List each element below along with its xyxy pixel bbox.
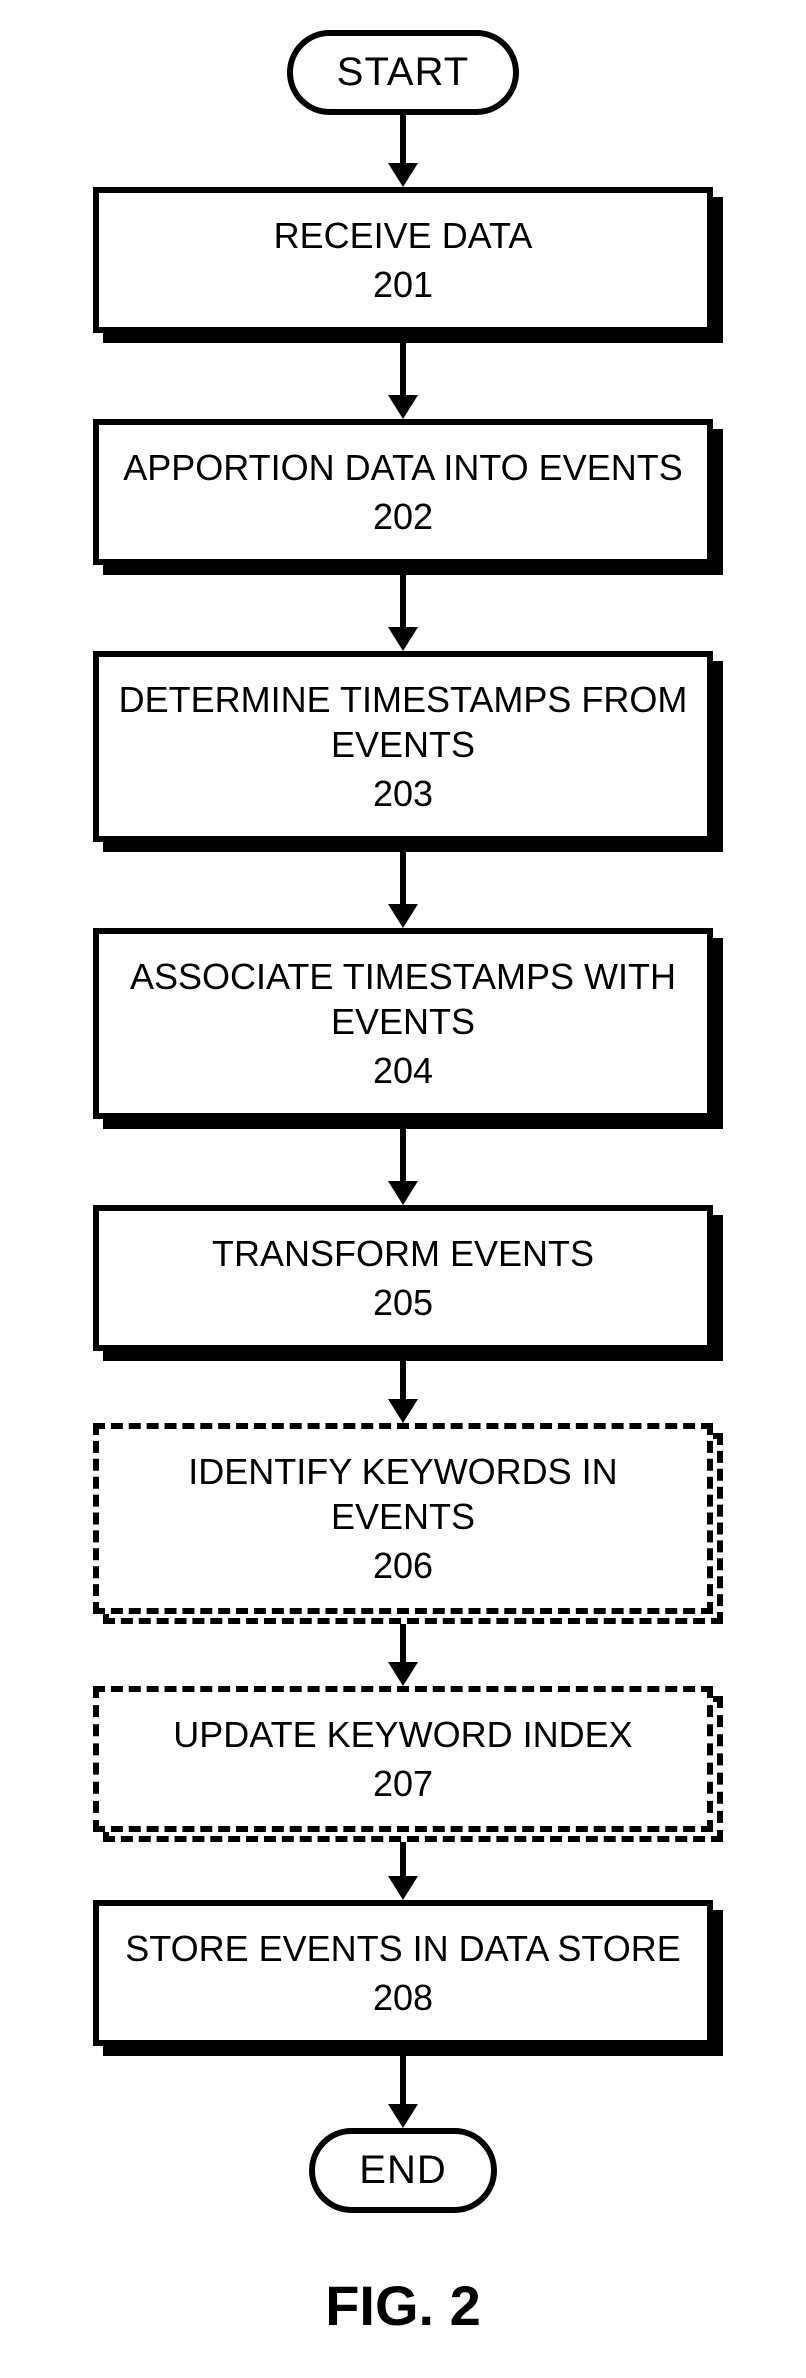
arrow-icon xyxy=(388,2056,418,2128)
arrow-icon xyxy=(388,343,418,419)
process-step-optional: IDENTIFY KEYWORDS IN EVENTS 206 xyxy=(93,1423,713,1614)
arrow-icon xyxy=(388,575,418,651)
step-number: 205 xyxy=(117,1280,689,1325)
process-step: APPORTION DATA INTO EVENTS 202 xyxy=(93,419,713,565)
step-label: TRANSFORM EVENTS xyxy=(212,1233,594,1274)
figure-caption: FIG. 2 xyxy=(325,2273,481,2338)
step-label: ASSOCIATE TIMESTAMPS WITH EVENTS xyxy=(130,956,676,1042)
step-label: STORE EVENTS IN DATA STORE xyxy=(125,1928,680,1969)
step-number: 203 xyxy=(117,771,689,816)
step-number: 207 xyxy=(117,1761,689,1806)
step-label: RECEIVE DATA xyxy=(274,215,533,256)
step-number: 202 xyxy=(117,494,689,539)
process-step: RECEIVE DATA 201 xyxy=(93,187,713,333)
terminator-start: START xyxy=(287,30,519,115)
process-step: TRANSFORM EVENTS 205 xyxy=(93,1205,713,1351)
arrow-icon xyxy=(388,1129,418,1205)
arrow-icon xyxy=(388,852,418,928)
step-label: APPORTION DATA INTO EVENTS xyxy=(123,447,682,488)
process-step: STORE EVENTS IN DATA STORE 208 xyxy=(93,1900,713,2046)
arrow-icon xyxy=(388,1842,418,1900)
step-number: 204 xyxy=(117,1048,689,1093)
arrow-icon xyxy=(388,1361,418,1423)
terminator-end: END xyxy=(309,2128,496,2213)
step-number: 206 xyxy=(117,1543,689,1588)
step-label: IDENTIFY KEYWORDS IN EVENTS xyxy=(188,1451,617,1537)
flowchart: START RECEIVE DATA 201 APPORTION DATA IN… xyxy=(0,30,806,2338)
arrow-icon xyxy=(388,1624,418,1686)
step-number: 208 xyxy=(117,1975,689,2020)
arrow-icon xyxy=(388,115,418,187)
process-step-optional: UPDATE KEYWORD INDEX 207 xyxy=(93,1686,713,1832)
process-step: DETERMINE TIMESTAMPS FROM EVENTS 203 xyxy=(93,651,713,842)
process-step: ASSOCIATE TIMESTAMPS WITH EVENTS 204 xyxy=(93,928,713,1119)
step-number: 201 xyxy=(117,262,689,307)
step-label: UPDATE KEYWORD INDEX xyxy=(173,1714,632,1755)
step-label: DETERMINE TIMESTAMPS FROM EVENTS xyxy=(119,679,688,765)
